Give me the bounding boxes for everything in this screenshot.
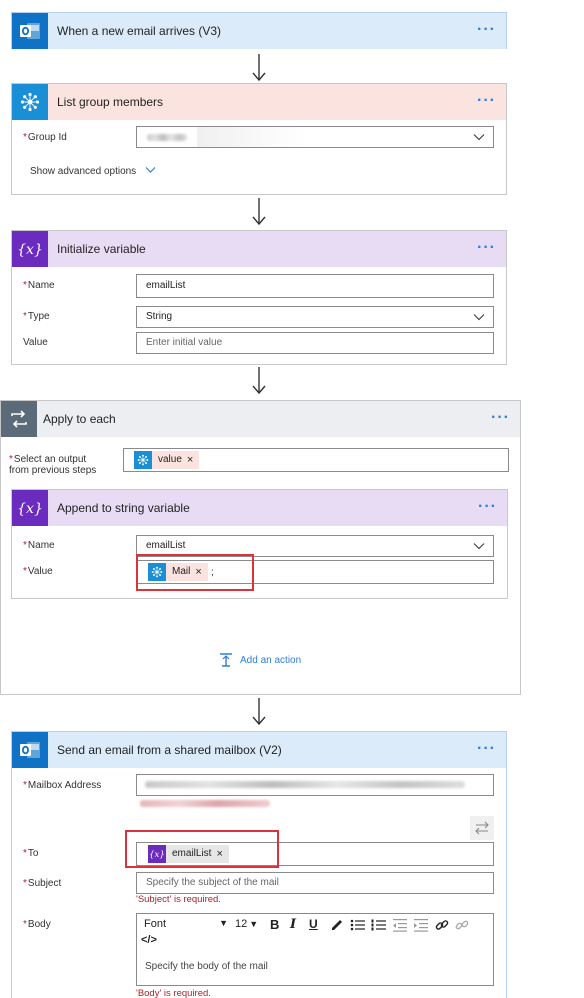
variable-name-input[interactable]: emailList (136, 274, 494, 298)
initialize-variable-header[interactable]: Initialize variable ··· (12, 231, 506, 267)
trigger-card[interactable]: When a new email arrives (V3) ··· (11, 12, 507, 49)
value-label: *Value (23, 566, 53, 577)
more-icon[interactable]: ··· (477, 732, 496, 766)
remove-token-icon[interactable]: × (186, 451, 200, 469)
chevron-down-icon[interactable] (473, 540, 485, 552)
font-select[interactable]: Font ▼ (144, 918, 228, 930)
arrow-down-icon (250, 54, 268, 82)
more-icon[interactable]: ··· (477, 84, 496, 118)
variable-icon (12, 490, 48, 526)
code-view-icon[interactable]: </> (141, 934, 157, 946)
apply-to-each-card[interactable]: Apply to each ··· *Select an output from… (0, 400, 521, 695)
increase-indent-icon[interactable] (413, 918, 429, 932)
outlook-icon (12, 732, 48, 768)
mailbox-address-label: *Mailbox Address (23, 780, 102, 791)
body-toolbar: Font ▼ 12 ▼ B I U </> (137, 914, 493, 950)
decrease-indent-icon[interactable] (392, 918, 408, 932)
to-label: *To (23, 848, 39, 859)
mailbox-error-redacted (140, 800, 270, 807)
swap-icon[interactable] (470, 816, 494, 840)
card-title: Append to string variable (57, 501, 190, 515)
append-name-value: emailList (146, 540, 186, 551)
numbered-list-icon[interactable] (371, 918, 387, 932)
card-title: Send an email from a shared mailbox (V2) (57, 743, 282, 757)
name-label: *Name (23, 540, 55, 551)
select-output-label: *Select an output from previous steps (9, 454, 97, 476)
variable-icon (12, 231, 48, 267)
body-error: 'Body' is required. (136, 988, 211, 998)
card-title: Initialize variable (57, 242, 146, 256)
more-icon[interactable]: ··· (477, 13, 496, 47)
variable-type-value: String (146, 311, 173, 322)
highlight-box (136, 554, 254, 591)
body-input[interactable]: Specify the body of the mail (145, 961, 268, 972)
subject-error: 'Subject' is required. (136, 894, 221, 905)
type-label: *Type (23, 311, 50, 322)
group-id-redacted (147, 134, 187, 141)
send-email-card[interactable]: Send an email from a shared mailbox (V2)… (11, 731, 507, 998)
loop-icon (1, 401, 37, 437)
arrow-down-icon (250, 367, 268, 395)
more-icon[interactable]: ··· (477, 231, 496, 265)
font-size-select[interactable]: 12 ▼ (235, 918, 263, 930)
underline-icon[interactable]: U (309, 917, 318, 931)
initialize-variable-card[interactable]: Initialize variable ··· *Name emailList … (11, 230, 507, 365)
arrow-down-icon (250, 698, 268, 726)
value-token[interactable]: value × (134, 451, 200, 469)
show-advanced-options-link[interactable]: Show advanced options (30, 164, 156, 177)
name-label: *Name (23, 280, 55, 291)
link-icon[interactable] (435, 918, 449, 932)
append-to-string-variable-card[interactable]: Append to string variable ··· *Name emai… (11, 489, 508, 599)
group-members-icon (12, 84, 48, 120)
trigger-header[interactable]: When a new email arrives (V3) ··· (12, 13, 506, 49)
chevron-down-icon (145, 167, 156, 173)
variable-type-select[interactable]: String (136, 306, 494, 328)
group-id-select[interactable] (136, 126, 494, 148)
card-title: When a new email arrives (V3) (57, 24, 222, 38)
more-icon[interactable]: ··· (478, 490, 497, 524)
add-an-action-link[interactable]: Add an action (218, 652, 301, 668)
send-email-header[interactable]: Send an email from a shared mailbox (V2)… (12, 732, 506, 768)
list-group-members-header[interactable]: List group members ··· (12, 84, 506, 120)
apply-to-each-header[interactable]: Apply to each ··· (1, 401, 520, 437)
group-id-fade (197, 127, 307, 147)
mailbox-redacted (145, 781, 465, 788)
unlink-icon[interactable] (455, 918, 469, 932)
outlook-icon (12, 13, 48, 49)
body-label: *Body (23, 919, 51, 930)
chevron-down-icon[interactable] (473, 131, 485, 143)
bold-icon[interactable]: B (270, 917, 279, 932)
initial-value-input[interactable]: Enter initial value (136, 332, 494, 354)
italic-icon[interactable]: I (290, 917, 296, 932)
bulleted-list-icon[interactable] (350, 918, 366, 932)
card-title: Apply to each (43, 412, 116, 426)
pen-icon[interactable] (330, 918, 344, 932)
select-output-input[interactable]: value × (123, 448, 509, 472)
card-title: List group members (57, 95, 164, 109)
group-members-icon (134, 451, 152, 469)
value-token-label: value (152, 451, 187, 469)
group-id-label: *Group Id (23, 132, 67, 143)
highlight-box (125, 830, 279, 868)
mailbox-address-input[interactable] (136, 774, 494, 796)
subject-input[interactable]: Specify the subject of the mail (136, 872, 494, 894)
more-icon[interactable]: ··· (491, 401, 510, 435)
value-label: Value (23, 337, 48, 348)
subject-label: *Subject (23, 878, 62, 889)
arrow-down-icon (250, 198, 268, 226)
chevron-down-icon[interactable] (473, 311, 485, 323)
add-action-icon (220, 653, 232, 667)
body-editor[interactable]: Font ▼ 12 ▼ B I U </> Specify the body of… (136, 913, 494, 986)
append-header[interactable]: Append to string variable ··· (12, 490, 507, 526)
list-group-members-card[interactable]: List group members ··· *Group Id Show ad… (11, 83, 507, 195)
